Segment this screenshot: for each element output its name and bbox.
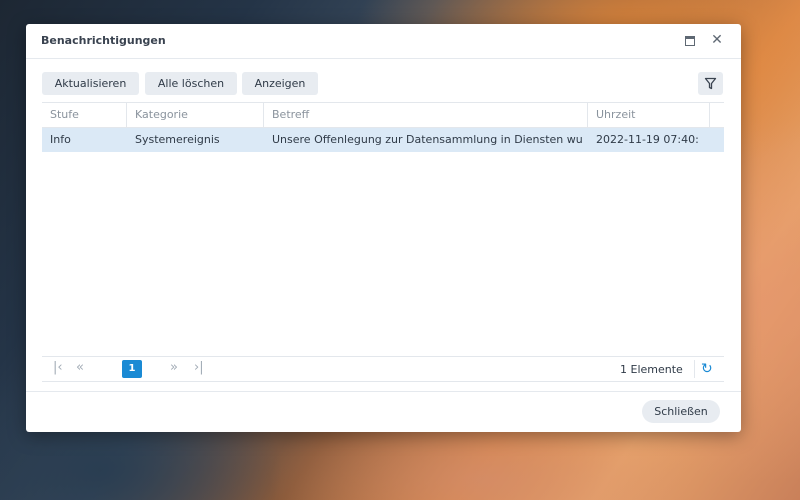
first-page-icon[interactable]: |‹ — [53, 361, 63, 375]
cell-subject: Unsere Offenlegung zur Datensammlung in … — [272, 133, 583, 146]
next-page-icon[interactable]: » — [170, 361, 178, 375]
refresh-icon[interactable]: ↻ — [701, 360, 713, 378]
filter-icon — [704, 77, 717, 90]
previous-page-icon[interactable]: « — [76, 361, 84, 375]
pagination-bar: |‹ « 1 » ›| 1 Elemente ↻ — [42, 356, 724, 382]
page-number-button[interactable]: 1 — [122, 360, 142, 378]
column-header-category[interactable]: Kategorie — [127, 103, 264, 127]
clear-all-button[interactable]: Alle löschen — [145, 72, 237, 95]
item-count: 1 Elemente — [620, 363, 683, 376]
last-page-icon[interactable]: ›| — [194, 361, 204, 375]
column-header-time[interactable]: Uhrzeit — [588, 103, 710, 127]
notifications-table: Stufe Kategorie Betreff Uhrzeit Info Sys… — [42, 102, 724, 381]
notifications-dialog: Benachrichtigungen ✕ Aktualisieren Alle … — [26, 24, 741, 432]
table-row[interactable]: Info Systemereignis Unsere Offenlegung z… — [42, 128, 724, 152]
close-button[interactable]: Schließen — [642, 400, 720, 423]
show-button[interactable]: Anzeigen — [242, 72, 318, 95]
filter-button[interactable] — [698, 72, 723, 95]
cell-time: 2022-11-19 07:40: — [596, 133, 699, 146]
column-header-subject[interactable]: Betreff — [264, 103, 588, 127]
dialog-title: Benachrichtigungen — [41, 34, 166, 47]
dialog-titlebar: Benachrichtigungen ✕ — [26, 24, 741, 59]
refresh-button[interactable]: Aktualisieren — [42, 72, 139, 95]
cell-level: Info — [50, 133, 71, 146]
footer-divider — [26, 391, 741, 392]
cell-category: Systemereignis — [135, 133, 220, 146]
table-header: Stufe Kategorie Betreff Uhrzeit — [42, 103, 724, 128]
column-header-level[interactable]: Stufe — [42, 103, 127, 127]
close-icon[interactable]: ✕ — [710, 33, 724, 47]
pager-divider — [694, 360, 695, 378]
maximize-icon[interactable] — [683, 33, 697, 47]
